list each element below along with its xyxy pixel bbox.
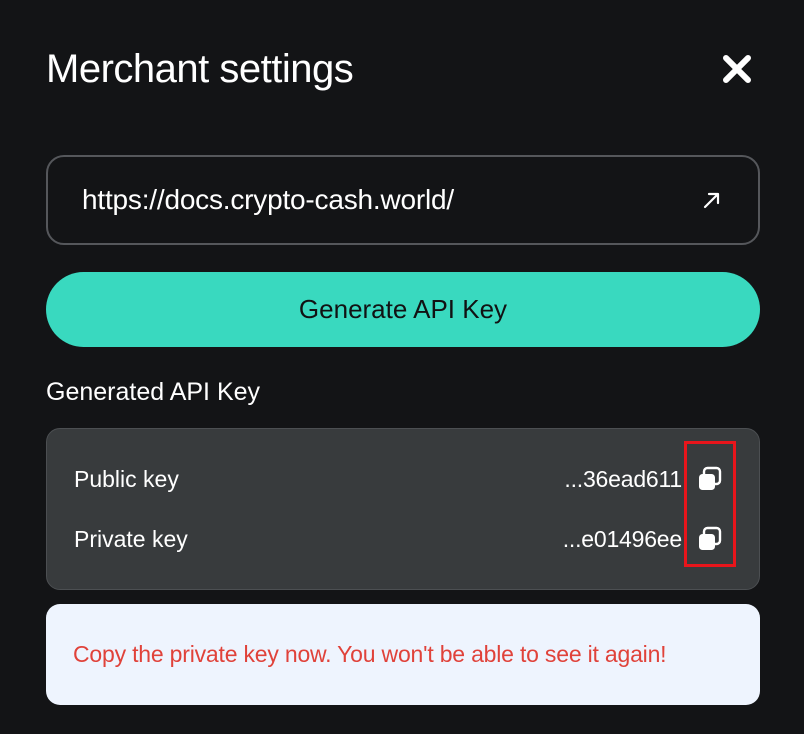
api-keys-card: Public key ...36ead611 Private key ...e0…: [46, 428, 760, 590]
public-key-row: Public key ...36ead611: [47, 459, 759, 499]
private-key-value: ...e01496ee: [562, 525, 683, 552]
close-button[interactable]: [718, 50, 756, 88]
docs-url-field[interactable]: https://docs.crypto-cash.world/: [46, 155, 760, 245]
docs-url-text: https://docs.crypto-cash.world/: [82, 184, 454, 215]
generate-api-key-button[interactable]: Generate API Key: [46, 272, 760, 347]
copy-icon: [699, 466, 722, 490]
copy-public-key-button[interactable]: [696, 465, 724, 493]
close-icon: [723, 55, 751, 83]
private-key-label: Private key: [74, 525, 188, 552]
generated-api-key-heading: Generated API Key: [46, 378, 261, 406]
private-key-row: Private key ...e01496ee: [47, 519, 759, 559]
copy-private-key-button[interactable]: [696, 525, 724, 553]
copy-icon: [699, 526, 722, 550]
public-key-value: ...36ead611: [564, 465, 682, 492]
public-key-label: Public key: [74, 465, 179, 492]
merchant-settings-modal: Merchant settings https://docs.crypto-ca…: [0, 0, 804, 734]
external-link-button[interactable]: [700, 188, 724, 212]
warning-banner: Copy the private key now. You won't be a…: [46, 604, 760, 705]
warning-text: Copy the private key now. You won't be a…: [73, 641, 667, 667]
external-link-arrow-icon: [703, 192, 720, 209]
modal-title: Merchant settings: [46, 47, 354, 91]
